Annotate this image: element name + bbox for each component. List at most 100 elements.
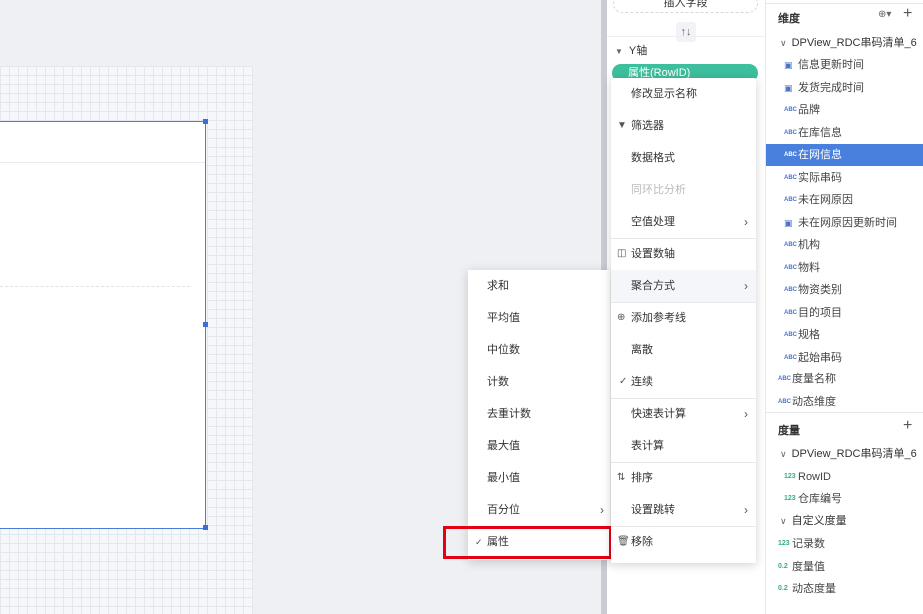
custom-measure-label: 记录数 xyxy=(792,538,825,550)
chevron-down-icon: ∨ xyxy=(780,449,787,459)
dimension-item[interactable]: ABC物料 xyxy=(766,257,923,279)
text-field-icon: ABC xyxy=(784,174,797,181)
aggregation-option[interactable]: 求和 xyxy=(468,270,610,302)
data-fields-panel: 维度 ⊕▾ + ∨ DPView_RDC串码清单_6 度量 + ∨ DPView_R… xyxy=(766,0,923,614)
custom-measure-item[interactable]: 123 记录数 xyxy=(766,533,923,555)
aggregation-option-label: 计数 xyxy=(487,376,509,388)
measure-item[interactable]: 123 仓库编号 xyxy=(766,488,923,510)
measure-item[interactable]: 123 RowID xyxy=(766,466,923,488)
custom-measure-group[interactable]: ∨ 自定义度量 xyxy=(766,510,923,532)
dimension-extra-item[interactable]: ABC动态维度 xyxy=(766,391,923,413)
widget-header xyxy=(0,122,205,163)
dimension-item[interactable]: ABC起始串码 xyxy=(766,347,923,369)
dimension-item[interactable]: ABC物资类别 xyxy=(766,279,923,301)
menu-item-label: 修改显示名称 xyxy=(631,88,697,100)
menu-item[interactable]: 同环比分析 xyxy=(611,174,756,206)
dimension-label: 物料 xyxy=(798,261,820,274)
dimension-item[interactable]: ABC实际串码 xyxy=(766,167,923,189)
aggregation-option[interactable]: 计数 xyxy=(468,366,610,398)
dimension-label: 未在网原因更新时间 xyxy=(798,216,897,229)
add-dimension-icon[interactable]: + xyxy=(903,5,912,23)
axis-icon: ◫ xyxy=(617,248,627,259)
menu-item[interactable]: 🗑 移除 xyxy=(611,526,756,558)
chevron-right-icon: › xyxy=(600,503,604,517)
menu-item[interactable]: 空值处理 › xyxy=(611,206,756,238)
menu-item-label: 快速表计算 xyxy=(631,408,686,420)
menu-item[interactable]: 快速表计算 › xyxy=(611,398,756,430)
dimension-extra-label: 动态维度 xyxy=(792,395,836,408)
text-field-icon: ABC xyxy=(784,242,797,249)
measures-title: 度量 xyxy=(778,425,800,437)
numeric-field-icon: 0.2 xyxy=(778,562,788,570)
custom-measure-item[interactable]: 0.2 度量值 xyxy=(766,556,923,578)
menu-item-label: 添加参考线 xyxy=(631,312,686,324)
dimension-item[interactable]: ABC在库信息 xyxy=(766,122,923,144)
chevron-right-icon: › xyxy=(744,215,748,229)
chart-widget[interactable] xyxy=(0,121,206,529)
menu-item[interactable]: ✓ 连续 xyxy=(611,366,756,398)
aggregation-option-label: 去重计数 xyxy=(487,408,531,420)
aggregation-option[interactable]: 最小值 xyxy=(468,462,610,494)
dimension-item[interactable]: ▣ 未在网原因更新时间 xyxy=(766,212,923,234)
dimension-label: 目的项目 xyxy=(798,306,842,319)
swap-axis-icon[interactable]: ↑↓ xyxy=(676,22,696,42)
menu-item-label: 连续 xyxy=(631,376,653,388)
globe-icon[interactable]: ⊕▾ xyxy=(878,9,891,20)
dimension-group[interactable]: ∨ DPView_RDC串码清单_6 xyxy=(766,32,923,54)
menu-item[interactable]: ▼ 筛选器 xyxy=(611,110,756,142)
measure-group[interactable]: ∨ DPView_RDC串码清单_6 xyxy=(766,443,923,465)
text-field-icon: ABC xyxy=(784,107,797,114)
yaxis-section-header[interactable]: ▼ Y轴 xyxy=(615,42,647,58)
dimension-item[interactable]: ABC目的项目 xyxy=(766,302,923,324)
dimension-label: 实际串码 xyxy=(798,171,842,184)
dimension-label: 未在网原因 xyxy=(798,194,853,206)
dimension-label: 规格 xyxy=(798,329,820,341)
insert-field-button[interactable]: 插入字段 xyxy=(613,0,758,13)
dimension-extra-item[interactable]: ABC度量名称 xyxy=(766,368,923,390)
text-field-icon: ABC xyxy=(784,197,797,204)
menu-item[interactable]: 数据格式 xyxy=(611,142,756,174)
resize-handle-right[interactable] xyxy=(203,322,208,327)
numeric-field-icon: 123 xyxy=(784,473,796,481)
check-icon: ✓ xyxy=(619,376,628,387)
dimension-item[interactable]: ABC机构 xyxy=(766,234,923,256)
text-field-icon: ABC xyxy=(784,152,797,159)
aggregation-option[interactable]: 百分位 › xyxy=(468,494,610,526)
aggregation-option[interactable]: 去重计数 xyxy=(468,398,610,430)
text-field-icon: ABC xyxy=(784,354,797,361)
aggregation-option[interactable]: 平均值 xyxy=(468,302,610,334)
dimension-item[interactable]: ABC在网信息 xyxy=(766,144,923,166)
menu-item-label: 排序 xyxy=(631,472,653,484)
menu-item-label: 数据格式 xyxy=(631,152,675,164)
menu-item-label: 移除 xyxy=(631,536,653,548)
menu-item[interactable]: 聚合方式 › xyxy=(611,270,756,302)
add-measure-icon[interactable]: + xyxy=(903,417,912,435)
menu-item[interactable]: 设置跳转 › xyxy=(611,494,756,526)
menu-item[interactable]: 修改显示名称 xyxy=(611,78,756,110)
custom-measure-item[interactable]: 0.2 动态度量 xyxy=(766,578,923,600)
resize-handle-bottom-right[interactable] xyxy=(203,525,208,530)
aggregation-option-label: 最大值 xyxy=(487,440,520,452)
menu-item-label: 筛选器 xyxy=(631,120,664,132)
dimension-label: 起始串码 xyxy=(798,351,842,364)
field-context-menu: 修改显示名称 ▼ 筛选器 数据格式 同环比分析 空值处理 › ◫ 设置数轴 聚合方式 › ⊕ 添加参考线… xyxy=(611,78,756,563)
dimension-item[interactable]: ▣ 信息更新时间 xyxy=(766,54,923,76)
dimension-item[interactable]: ABC未在网原因 xyxy=(766,189,923,211)
menu-item[interactable]: ◫ 设置数轴 xyxy=(611,238,756,270)
menu-item[interactable]: ⇅ 排序 xyxy=(611,462,756,494)
dimension-item[interactable]: ▣ 发货完成时间 xyxy=(766,77,923,99)
menu-item[interactable]: ⊕ 添加参考线 xyxy=(611,302,756,334)
menu-item[interactable]: 离散 xyxy=(611,334,756,366)
menu-item-label: 聚合方式 xyxy=(631,280,675,292)
resize-handle-top-right[interactable] xyxy=(203,119,208,124)
custom-measure-label: 度量值 xyxy=(792,560,825,573)
menu-item-label: 设置跳转 xyxy=(631,504,675,516)
aggregation-option[interactable]: 中位数 xyxy=(468,334,610,366)
dimension-item[interactable]: ABC规格 xyxy=(766,324,923,346)
chevron-right-icon: › xyxy=(744,407,748,421)
report-canvas[interactable] xyxy=(0,66,253,614)
menu-item-label: 离散 xyxy=(631,344,653,356)
menu-item[interactable]: 表计算 xyxy=(611,430,756,462)
aggregation-option[interactable]: 最大值 xyxy=(468,430,610,462)
dimension-item[interactable]: ABC品牌 xyxy=(766,99,923,121)
